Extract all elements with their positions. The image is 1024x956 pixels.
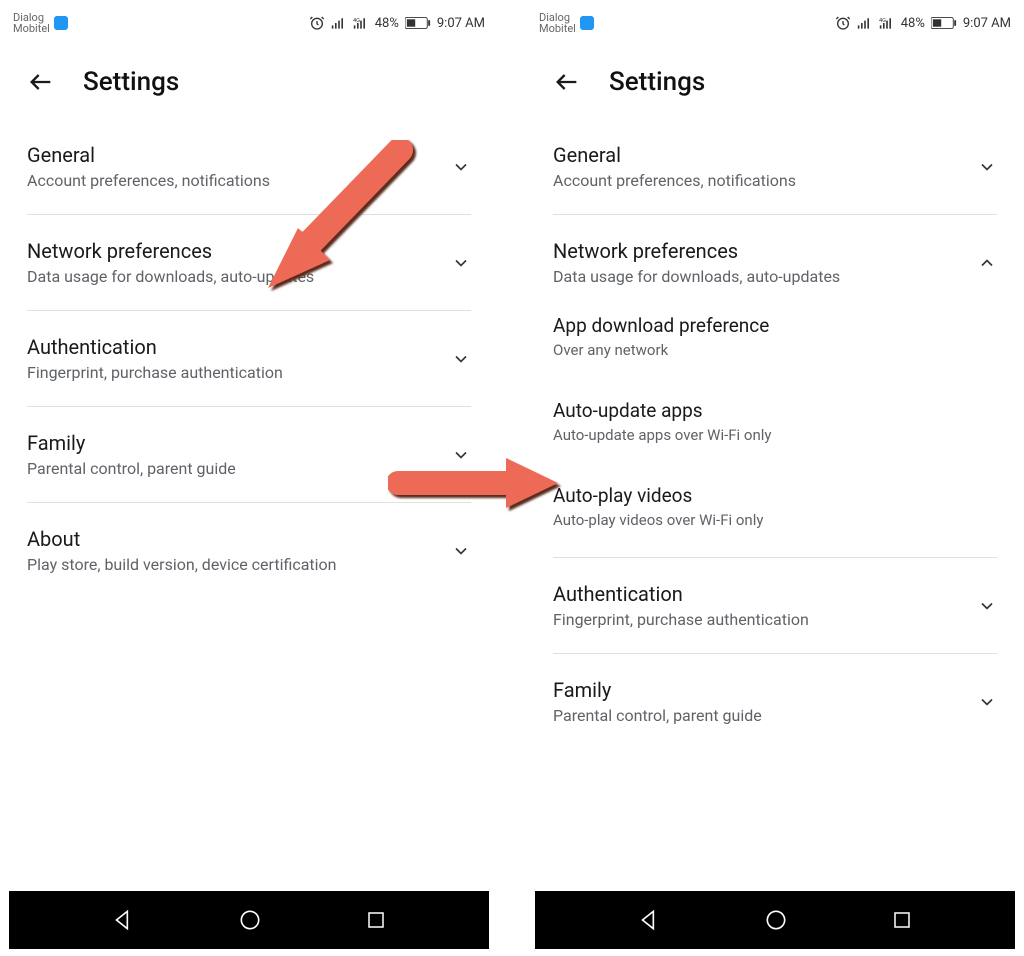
- page-title: Settings: [83, 67, 179, 97]
- app-header: Settings: [527, 45, 1023, 119]
- status-bar: Dialog Mobitel 4G 48% 9:07 AM: [1, 1, 497, 45]
- app-header: Settings: [1, 45, 497, 119]
- row-general[interactable]: General Account preferences, notificatio…: [27, 119, 471, 215]
- row-title: Network preferences: [553, 239, 840, 263]
- svg-text:4G: 4G: [879, 18, 886, 24]
- battery-text: 48%: [901, 16, 925, 31]
- signal-4g-icon: 4G: [879, 16, 895, 30]
- row-title: Family: [553, 678, 762, 702]
- page-title: Settings: [609, 67, 705, 97]
- back-arrow-icon[interactable]: [27, 68, 55, 96]
- notification-icon: [580, 16, 594, 30]
- row-subtitle: Data usage for downloads, auto-updates: [553, 267, 840, 286]
- battery-icon: [931, 16, 957, 30]
- row-title: Authentication: [553, 582, 809, 606]
- row-title: Network preferences: [27, 239, 314, 263]
- chevron-down-icon: [451, 541, 471, 561]
- alarm-icon: [835, 15, 851, 31]
- phone-left: Dialog Mobitel 4G 48% 9:07 AM Settings G…: [0, 0, 498, 956]
- nav-home-icon[interactable]: [237, 907, 263, 933]
- signal-icon: [331, 16, 347, 30]
- row-title: Auto-play videos: [553, 484, 997, 507]
- chevron-down-icon: [977, 692, 997, 712]
- row-general[interactable]: General Account preferences, notificatio…: [553, 119, 997, 215]
- battery-text: 48%: [375, 16, 399, 31]
- signal-icon: [857, 16, 873, 30]
- nav-back-icon[interactable]: [110, 907, 136, 933]
- status-bar: Dialog Mobitel 4G 48% 9:07 AM: [527, 1, 1023, 45]
- row-auto-update-apps[interactable]: Auto-update apps Auto-update apps over W…: [553, 379, 997, 464]
- android-navbar: [535, 891, 1015, 949]
- row-subtitle: Parental control, parent guide: [27, 459, 236, 478]
- row-title: General: [27, 143, 270, 167]
- row-subtitle: Play store, build version, device certif…: [27, 555, 337, 574]
- row-title: App download preference: [553, 314, 997, 337]
- row-family[interactable]: Family Parental control, parent guide: [27, 407, 471, 503]
- status-left: Dialog Mobitel: [539, 12, 594, 34]
- chevron-down-icon: [451, 157, 471, 177]
- nav-recent-icon[interactable]: [364, 908, 388, 932]
- row-subtitle: Account preferences, notifications: [27, 171, 270, 190]
- chevron-down-icon: [977, 157, 997, 177]
- notification-icon: [54, 16, 68, 30]
- row-title: About: [27, 527, 337, 551]
- status-right: 4G 48% 9:07 AM: [309, 15, 485, 31]
- row-subtitle: Fingerprint, purchase authentication: [27, 363, 283, 382]
- chevron-down-icon: [451, 445, 471, 465]
- carrier-label: Dialog Mobitel: [13, 12, 50, 34]
- chevron-up-icon: [977, 253, 997, 273]
- chevron-down-icon: [977, 596, 997, 616]
- row-app-download-preference[interactable]: App download preference Over any network: [553, 294, 997, 379]
- row-title: Family: [27, 431, 236, 455]
- row-title: Auto-update apps: [553, 399, 997, 422]
- row-subtitle: Auto-play videos over Wi-Fi only: [553, 511, 997, 529]
- clock-text: 9:07 AM: [437, 16, 485, 31]
- row-subtitle: Account preferences, notifications: [553, 171, 796, 190]
- row-title: Authentication: [27, 335, 283, 359]
- chevron-down-icon: [451, 253, 471, 273]
- svg-text:4G: 4G: [353, 18, 360, 24]
- nav-home-icon[interactable]: [763, 907, 789, 933]
- back-arrow-icon[interactable]: [553, 68, 581, 96]
- row-about[interactable]: About Play store, build version, device …: [27, 503, 471, 598]
- row-network-preferences[interactable]: Network preferences Data usage for downl…: [27, 215, 471, 311]
- android-navbar: [9, 891, 489, 949]
- phone-right: Dialog Mobitel 4G 48% 9:07 AM Settings G…: [526, 0, 1024, 956]
- row-network-preferences[interactable]: Network preferences Data usage for downl…: [553, 215, 997, 294]
- nav-recent-icon[interactable]: [890, 908, 914, 932]
- row-title: General: [553, 143, 796, 167]
- settings-list: General Account preferences, notificatio…: [1, 119, 497, 891]
- row-subtitle: Data usage for downloads, auto-updates: [27, 267, 314, 286]
- row-authentication[interactable]: Authentication Fingerprint, purchase aut…: [27, 311, 471, 407]
- status-left: Dialog Mobitel: [13, 12, 68, 34]
- carrier-label: Dialog Mobitel: [539, 12, 576, 34]
- row-subtitle: Auto-update apps over Wi-Fi only: [553, 426, 997, 444]
- row-family[interactable]: Family Parental control, parent guide: [553, 654, 997, 749]
- status-right: 4G 48% 9:07 AM: [835, 15, 1011, 31]
- alarm-icon: [309, 15, 325, 31]
- chevron-down-icon: [451, 349, 471, 369]
- row-auto-play-videos[interactable]: Auto-play videos Auto-play videos over W…: [553, 464, 997, 558]
- signal-4g-icon: 4G: [353, 16, 369, 30]
- row-subtitle: Over any network: [553, 341, 997, 359]
- settings-list: General Account preferences, notificatio…: [527, 119, 1023, 891]
- battery-icon: [405, 16, 431, 30]
- row-authentication[interactable]: Authentication Fingerprint, purchase aut…: [553, 558, 997, 654]
- nav-back-icon[interactable]: [636, 907, 662, 933]
- row-subtitle: Parental control, parent guide: [553, 706, 762, 725]
- row-subtitle: Fingerprint, purchase authentication: [553, 610, 809, 629]
- clock-text: 9:07 AM: [963, 16, 1011, 31]
